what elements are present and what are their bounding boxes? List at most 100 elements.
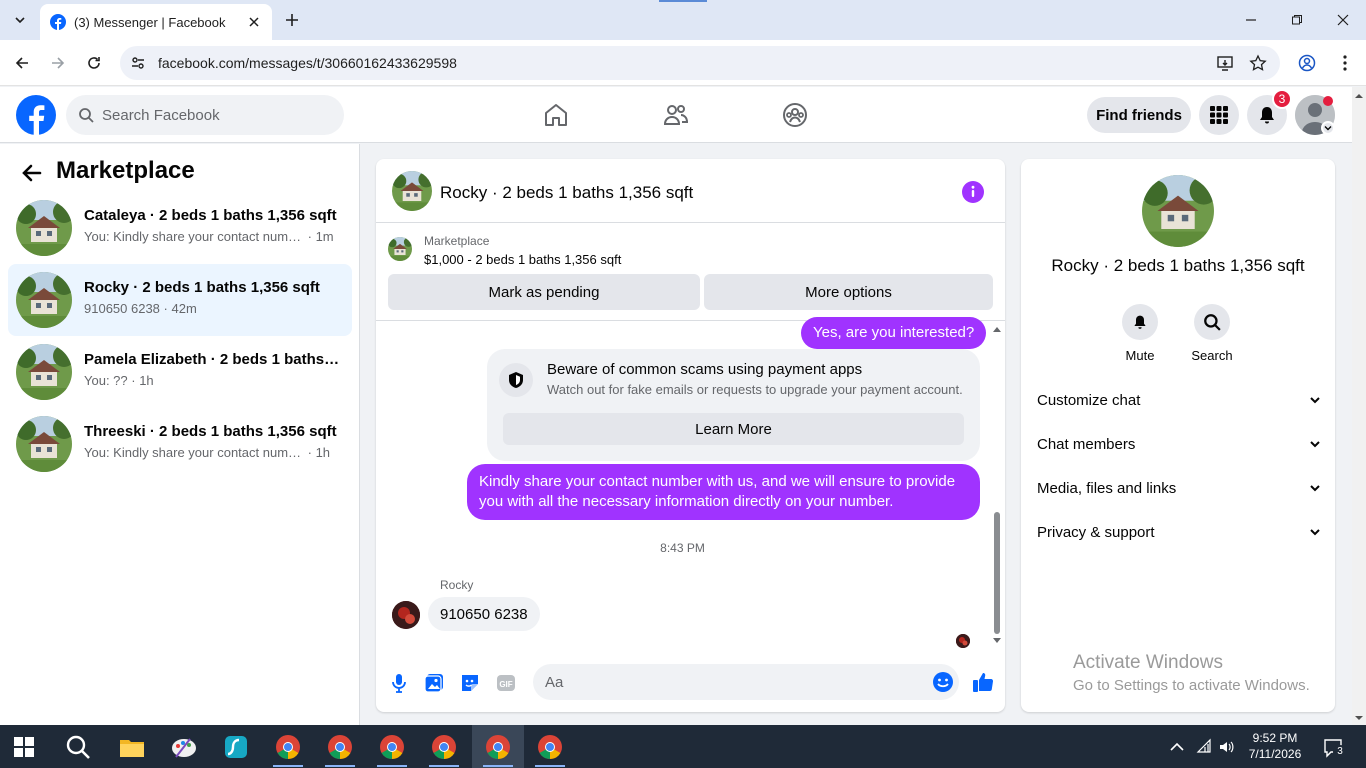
search-icon[interactable] xyxy=(64,733,92,761)
chrome-icon[interactable] xyxy=(430,733,458,761)
running-indicator xyxy=(377,765,407,767)
paint-app-icon[interactable] xyxy=(170,733,198,761)
scroll-up-arrow-icon[interactable] xyxy=(992,325,1002,333)
listing-price[interactable]: $1,000 - 2 beds 1 baths 1,356 sqft xyxy=(424,252,621,267)
scroll-down-arrow-icon[interactable] xyxy=(992,637,1002,645)
mute-label: Mute xyxy=(1125,348,1155,363)
gif-icon[interactable]: GIF xyxy=(495,672,517,694)
chat-header: Rocky · 2 beds 1 baths 1,356 sqft xyxy=(376,159,1005,223)
chat-details-panel: Rocky · 2 beds 1 baths 1,356 sqft Mute S… xyxy=(1021,159,1335,712)
page-scrollbar[interactable] xyxy=(1352,87,1366,725)
scam-warning-title: Beware of common scams using payment app… xyxy=(547,361,863,378)
microphone-icon[interactable] xyxy=(388,672,410,694)
file-explorer-icon[interactable] xyxy=(118,733,146,761)
address-bar[interactable]: facebook.com/messages/t/3066016243362959… xyxy=(120,46,1280,80)
media-files-links-section[interactable]: Media, files and links xyxy=(1037,474,1321,502)
info-icon[interactable] xyxy=(962,181,984,203)
listing-thumbnail xyxy=(16,416,72,472)
search-action[interactable]: Search xyxy=(1182,304,1242,363)
home-icon[interactable] xyxy=(542,101,570,129)
running-indicator xyxy=(483,765,513,767)
reload-button[interactable] xyxy=(82,51,106,75)
volume-icon[interactable] xyxy=(1218,738,1236,756)
close-window-button[interactable] xyxy=(1333,10,1353,30)
system-clock[interactable]: 9:52 PM 7/11/2026 xyxy=(1238,730,1312,762)
kebab-menu-icon[interactable] xyxy=(1336,54,1354,72)
listing-thumbnail xyxy=(16,344,72,400)
search-label: Search xyxy=(1191,348,1233,363)
mark-as-pending-button[interactable]: Mark as pending xyxy=(388,274,700,310)
chrome-icon[interactable] xyxy=(536,733,564,761)
conversation-item[interactable]: Pamela Elizabeth · 2 beds 1 baths 1... Y… xyxy=(8,336,352,408)
forward-button[interactable] xyxy=(46,51,70,75)
restore-button[interactable] xyxy=(1287,10,1307,30)
customize-chat-section[interactable]: Customize chat xyxy=(1037,386,1321,414)
outgoing-message[interactable]: Yes, are you interested? xyxy=(801,317,987,349)
chat-avatar[interactable] xyxy=(392,171,432,211)
restore-icon xyxy=(1292,15,1302,25)
running-indicator xyxy=(273,765,303,767)
chevron-down-icon xyxy=(1310,441,1320,448)
learn-more-button[interactable]: Learn More xyxy=(503,413,964,445)
site-settings-icon[interactable] xyxy=(130,55,146,71)
conversation-preview: You: Kindly share your contact numbe... … xyxy=(84,445,331,460)
privacy-support-section[interactable]: Privacy & support xyxy=(1037,518,1321,546)
conversation-item[interactable]: Threeski · 2 beds 1 baths 1,356 sqft You… xyxy=(8,408,352,480)
more-options-button[interactable]: More options xyxy=(704,274,993,310)
listing-thumbnail xyxy=(16,272,72,328)
friends-icon[interactable] xyxy=(662,101,690,129)
outgoing-message[interactable]: Kindly share your contact number with us… xyxy=(467,464,980,520)
chat-title[interactable]: Rocky · 2 beds 1 baths 1,356 sqft xyxy=(440,183,693,203)
sigma-app-icon[interactable] xyxy=(222,733,250,761)
chrome-icon[interactable] xyxy=(326,733,354,761)
back-arrow-icon[interactable] xyxy=(20,161,44,185)
message-list: Yes, are you interested? Beware of commo… xyxy=(376,317,1005,654)
chevron-up-icon[interactable] xyxy=(1168,738,1186,756)
profile-icon[interactable] xyxy=(1298,54,1316,72)
clock-time: 9:52 PM xyxy=(1252,731,1298,745)
listing-source-label: Marketplace xyxy=(424,234,490,248)
chrome-icon[interactable] xyxy=(274,733,302,761)
sticker-icon[interactable] xyxy=(459,672,481,694)
conversation-item[interactable]: Cataleya · 2 beds 1 baths 1,356 sqft You… xyxy=(8,192,352,264)
tab-search-dropdown[interactable] xyxy=(8,8,32,32)
network-icon[interactable] xyxy=(1196,738,1214,756)
menu-button[interactable] xyxy=(1199,95,1239,135)
facebook-search[interactable]: Search Facebook xyxy=(66,95,344,135)
sender-avatar[interactable] xyxy=(392,601,420,629)
message-scrollbar[interactable] xyxy=(989,321,1005,654)
back-button[interactable] xyxy=(10,51,34,75)
install-app-icon[interactable] xyxy=(1216,54,1234,72)
facebook-logo-icon[interactable] xyxy=(16,95,56,135)
listing-thumbnail[interactable] xyxy=(388,237,412,261)
scrollbar-thumb[interactable] xyxy=(994,512,1000,634)
chat-members-section[interactable]: Chat members xyxy=(1037,430,1321,458)
search-icon xyxy=(1194,304,1230,340)
minimize-button[interactable] xyxy=(1241,10,1261,30)
chrome-icon[interactable] xyxy=(378,733,406,761)
running-indicator xyxy=(325,765,355,767)
thumbs-up-icon[interactable] xyxy=(971,670,995,694)
chevron-down-icon xyxy=(15,17,25,24)
incoming-message[interactable]: 910650 6238 xyxy=(428,597,540,631)
windows-start-icon[interactable] xyxy=(12,735,36,759)
scroll-up-arrow-icon[interactable] xyxy=(1352,89,1366,103)
browser-tab[interactable]: (3) Messenger | Facebook xyxy=(40,4,272,40)
bookmark-star-icon[interactable] xyxy=(1249,54,1267,72)
new-tab-button[interactable] xyxy=(282,10,302,30)
mute-action[interactable]: Mute xyxy=(1110,304,1170,363)
attach-image-icon[interactable] xyxy=(423,672,445,694)
message-input[interactable]: Aa xyxy=(533,664,959,700)
details-name: Rocky · 2 beds 1 baths 1,356 sqft xyxy=(1051,256,1305,275)
scroll-down-arrow-icon[interactable] xyxy=(1352,711,1366,725)
account-menu-chevron[interactable] xyxy=(1321,121,1335,135)
details-avatar[interactable] xyxy=(1142,175,1214,247)
emoji-icon[interactable] xyxy=(932,671,954,693)
conversation-item-active[interactable]: Rocky · 2 beds 1 baths 1,356 sqft 910650… xyxy=(8,264,352,336)
conversation-preview: You: Kindly share your contact numb... ·… xyxy=(84,229,334,244)
chrome-icon[interactable] xyxy=(484,733,512,761)
find-friends-button[interactable]: Find friends xyxy=(1087,97,1191,133)
close-tab-icon[interactable] xyxy=(246,14,262,30)
groups-icon[interactable] xyxy=(781,101,809,129)
tab-title: (3) Messenger | Facebook xyxy=(74,14,226,30)
